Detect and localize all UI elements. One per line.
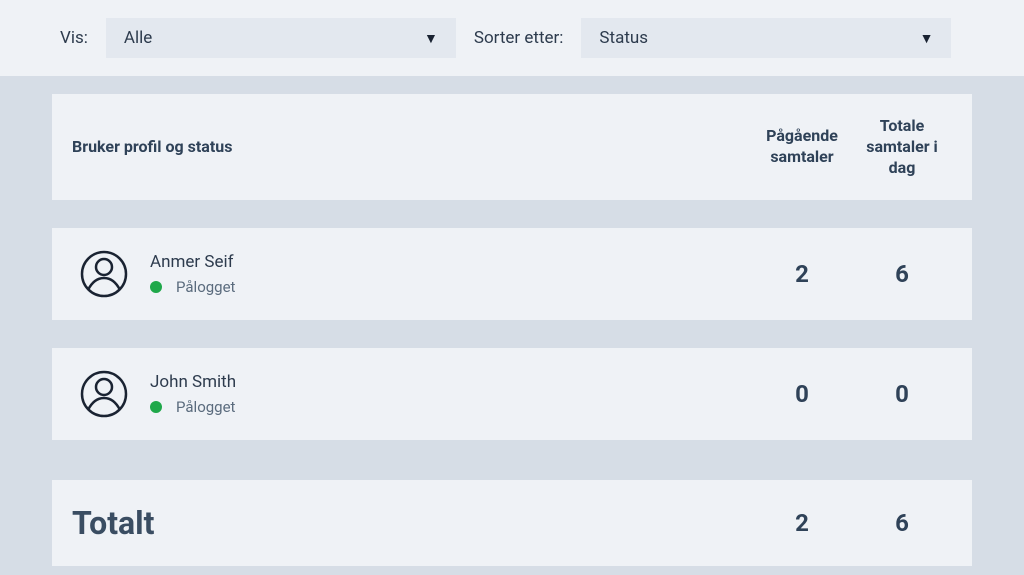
total-row: Totalt 2 6 <box>52 480 972 566</box>
user-name: Anmer Seif <box>150 252 752 272</box>
sort-label: Sorter etter: <box>474 28 564 48</box>
vis-label: Vis: <box>60 28 88 48</box>
user-row: John Smith Pålogget 0 0 <box>52 348 972 440</box>
user-status: Pålogget <box>150 398 752 416</box>
content-area: Bruker profil og status Pågående samtale… <box>0 94 1024 566</box>
chevron-down-icon: ▼ <box>920 30 934 47</box>
user-name: John Smith <box>150 372 752 392</box>
header-total: Totale samtaler i dag <box>852 116 952 178</box>
total-count: 0 <box>852 380 952 408</box>
table-header: Bruker profil og status Pågående samtale… <box>52 94 972 200</box>
sort-dropdown-value: Status <box>599 28 648 48</box>
header-ongoing: Pågående samtaler <box>752 126 852 168</box>
chevron-down-icon: ▼ <box>424 30 438 47</box>
ongoing-count: 2 <box>752 260 852 288</box>
sort-dropdown[interactable]: Status ▼ <box>581 18 951 58</box>
status-text: Pålogget <box>176 278 235 296</box>
total-count: 6 <box>852 260 952 288</box>
total-ongoing-count: 2 <box>752 509 852 537</box>
vis-dropdown[interactable]: Alle ▼ <box>106 18 456 58</box>
avatar <box>80 370 128 418</box>
status-dot-icon <box>150 281 162 293</box>
total-total-count: 6 <box>852 509 952 537</box>
ongoing-count: 0 <box>752 380 852 408</box>
user-status: Pålogget <box>150 278 752 296</box>
status-text: Pålogget <box>176 398 235 416</box>
filter-bar: Vis: Alle ▼ Sorter etter: Status ▼ <box>0 0 1024 76</box>
status-dot-icon <box>150 401 162 413</box>
avatar <box>80 250 128 298</box>
header-profile-status: Bruker profil og status <box>72 137 752 158</box>
total-label: Totalt <box>72 504 752 542</box>
user-info: Anmer Seif Pålogget <box>150 252 752 296</box>
vis-dropdown-value: Alle <box>124 28 152 48</box>
user-info: John Smith Pålogget <box>150 372 752 416</box>
user-row: Anmer Seif Pålogget 2 6 <box>52 228 972 320</box>
